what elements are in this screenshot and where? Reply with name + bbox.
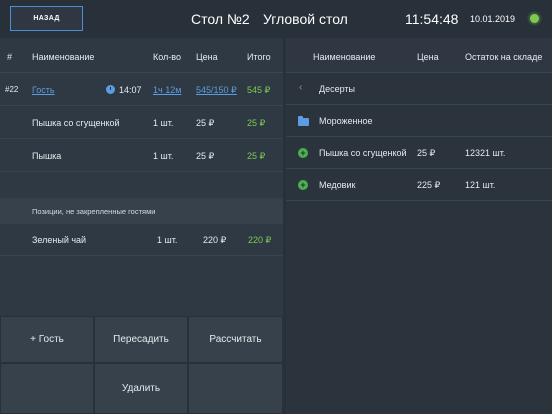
menu-item-row[interactable]: + Медовик 225 ₽ 121 шт. [286, 169, 552, 201]
empty-button-slot [188, 363, 283, 414]
category-name: Десерты [319, 84, 356, 94]
col-name: Наименование [32, 52, 95, 62]
menu-col-stock: Остаток на складе [465, 52, 543, 62]
menu-table-header: Наименование Цена Остаток на складе [286, 38, 552, 73]
move-button[interactable]: Пересадить [94, 316, 188, 363]
folder-icon [298, 116, 309, 126]
guest-duration[interactable]: 1ч 12м [153, 85, 181, 95]
item-price: 25 ₽ [196, 118, 215, 128]
delete-button[interactable]: Удалить [94, 363, 188, 414]
menu-item-price: 225 ₽ [417, 180, 441, 190]
menu-back-category[interactable]: ‹ Десерты [286, 73, 552, 105]
order-item-row[interactable]: Пышка 1 шт. 25 ₽ 25 ₽ [0, 139, 283, 172]
guest-total: 545 ₽ [247, 85, 271, 95]
current-time: 11:54:48 [405, 11, 459, 27]
guest-link[interactable]: Гость [32, 85, 55, 95]
unassigned-item-row[interactable]: Зеленый чай 1 шт. 220 ₽ 220 ₽ [0, 224, 283, 256]
item-name: Пышка со сгущенкой [32, 118, 120, 128]
guest-number: #22 [5, 85, 19, 94]
chevron-left-icon: ‹ [299, 82, 303, 93]
col-qty: Кол-во [153, 52, 181, 62]
menu-item-row[interactable]: + Пышка со сгущенкой 25 ₽ 12321 шт. [286, 137, 552, 169]
table-name: Угловой стол [263, 11, 348, 27]
menu-folder-row[interactable]: Мороженное [286, 105, 552, 137]
menu-col-price: Цена [417, 52, 439, 62]
col-number: # [7, 52, 13, 62]
add-icon[interactable]: + [298, 148, 308, 158]
unassigned-section-label: Позиции, не закрепленные гостями [32, 207, 156, 216]
menu-item-name: Медовик [319, 180, 356, 190]
menu-col-name: Наименование [313, 52, 376, 62]
guest-start-time: 14:07 [119, 85, 142, 95]
guest-row[interactable]: #22 Гость 14:07 1ч 12м 545/150 ₽ 545 ₽ [0, 73, 283, 106]
col-price: Цена [196, 52, 218, 62]
back-button[interactable]: НАЗАД [10, 6, 83, 31]
current-date: 10.01.2019 [470, 14, 516, 24]
item-qty: 1 шт. [153, 151, 174, 161]
item-qty: 1 шт. [157, 235, 178, 245]
item-total: 25 ₽ [247, 118, 266, 128]
item-price: 220 ₽ [203, 235, 227, 245]
item-total: 25 ₽ [247, 151, 266, 161]
checkout-button[interactable]: Рассчитать [188, 316, 283, 363]
item-price: 25 ₽ [196, 151, 215, 161]
order-table-header: # Наименование Кол-во Цена Итого [0, 38, 283, 73]
item-qty: 1 шт. [153, 118, 174, 128]
menu-item-name: Пышка со сгущенкой [319, 148, 407, 158]
add-icon[interactable]: + [298, 180, 308, 190]
clock-icon [106, 85, 115, 94]
menu-item-price: 25 ₽ [417, 148, 436, 158]
item-total: 220 ₽ [248, 235, 272, 245]
guest-price[interactable]: 545/150 ₽ [196, 85, 237, 96]
connection-status-indicator [530, 14, 539, 23]
menu-item-stock: 12321 шт. [465, 148, 506, 158]
folder-name: Мороженное [319, 116, 373, 126]
empty-button-slot [0, 363, 94, 414]
menu-item-stock: 121 шт. [465, 180, 496, 190]
col-total: Итого [247, 52, 271, 62]
add-guest-button[interactable]: + Гость [0, 316, 94, 363]
order-item-row[interactable]: Пышка со сгущенкой 1 шт. 25 ₽ 25 ₽ [0, 106, 283, 139]
item-name: Пышка [32, 151, 62, 161]
item-name: Зеленый чай [32, 235, 87, 245]
table-number: Стол №2 [191, 11, 250, 27]
